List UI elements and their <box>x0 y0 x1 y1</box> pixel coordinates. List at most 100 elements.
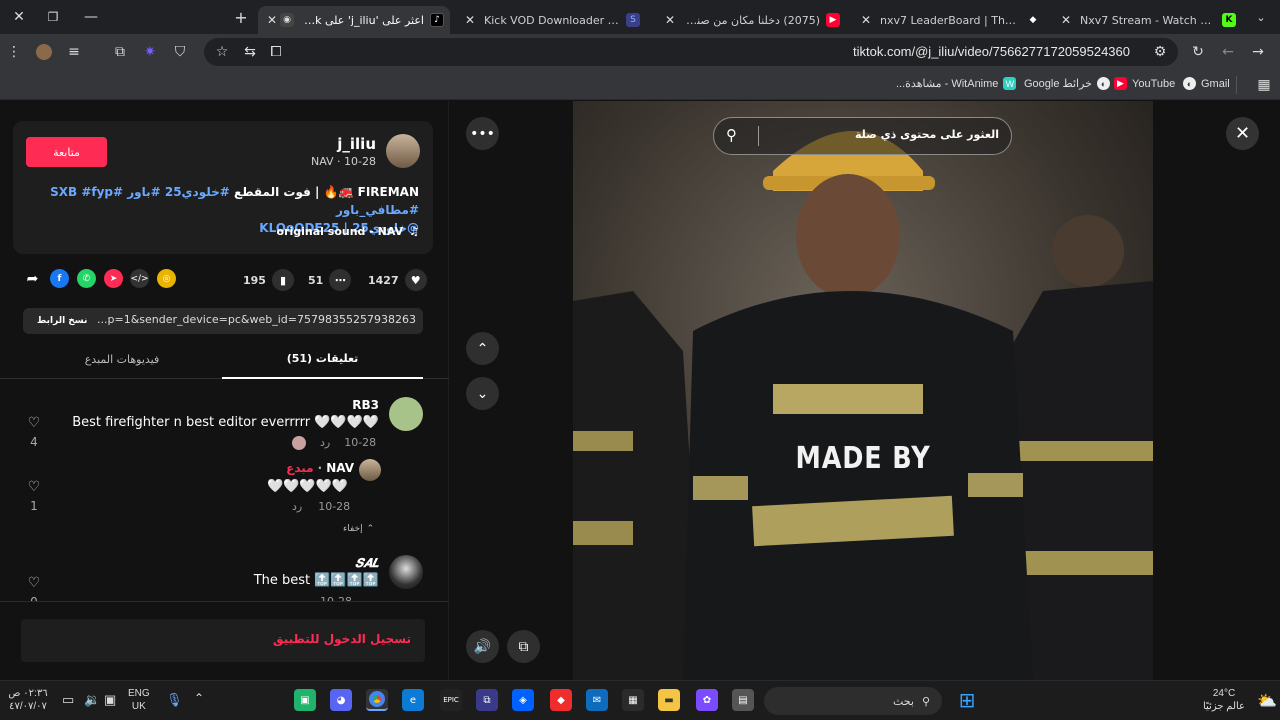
minimize-window-button[interactable]: — <box>72 0 110 34</box>
search-icon[interactable]: ⚲ <box>726 126 737 144</box>
menu-icon[interactable]: ⋮ <box>4 42 24 62</box>
copy-link-button[interactable]: نسخ الرابط <box>29 313 95 329</box>
next-video-button[interactable]: ⌄ <box>466 377 499 410</box>
weather-widget[interactable]: 24°C عالم جزئيًا <box>1196 687 1252 713</box>
dropbox-icon[interactable]: ◈ <box>512 689 534 711</box>
url-text[interactable]: tiktok.com/@j_iliu/video/756627717205952… <box>853 44 1130 59</box>
app-diamond-icon[interactable]: ◆ <box>550 689 572 711</box>
volume-icon[interactable]: 🔉 <box>84 693 100 706</box>
close-tab-icon[interactable]: ✕ <box>662 13 678 27</box>
reply-like-icon[interactable]: ♡ <box>26 479 42 495</box>
reply-username[interactable]: NAV <box>326 461 354 475</box>
media-icon[interactable]: ≡ <box>64 42 84 62</box>
microphone-icon[interactable]: 🎙 <box>166 693 183 706</box>
tab-kick-vod[interactable]: ✕ Kick VOD Downloader - Stream S <box>456 6 646 34</box>
tab-leaderboard[interactable]: ✕ nxv7 LeaderBoard | The best Ch ◆ <box>852 6 1046 34</box>
restore-window-button[interactable]: ❐ <box>34 0 72 34</box>
comment-action[interactable]: 51 ⋯ <box>308 269 352 291</box>
translate-icon[interactable]: ⇆ <box>240 42 260 62</box>
tab-search-button[interactable]: ⌄ <box>1242 0 1280 34</box>
taskbar-app-icon[interactable]: ▣ <box>294 689 316 711</box>
edge-icon[interactable]: e <box>402 689 424 711</box>
tab-title: اعثر على 'j_iliu' على TikTok <box>294 13 424 27</box>
related-search-box[interactable]: العثور على محتوى ذي صلة ⚲ <box>713 117 1012 155</box>
creator-reply-avatar[interactable] <box>359 459 381 481</box>
share-arrow-icon[interactable]: ➦ <box>23 269 42 288</box>
reload-icon[interactable]: ↻ <box>1188 42 1208 62</box>
close-tab-icon[interactable]: ✕ <box>1058 13 1074 27</box>
tab-youtube[interactable]: ✕ (2075) دخلنا مكان من صنع الخالق ▶ <box>656 6 846 34</box>
shield-icon[interactable]: ⛉ <box>170 42 190 62</box>
pip-button[interactable]: ⧉ <box>507 630 540 663</box>
follow-button[interactable]: متابعة <box>26 137 107 167</box>
show-hidden-icons-icon[interactable]: ⌃ <box>194 692 204 705</box>
login-bar[interactable]: تسجيل الدخول للتطبيق <box>21 619 425 662</box>
whatsapp-icon[interactable]: ✆ <box>77 269 96 288</box>
reply-button[interactable]: رد <box>292 500 302 513</box>
commenter-avatar[interactable] <box>389 397 423 431</box>
commenter-avatar[interactable] <box>389 555 423 589</box>
chrome-icon[interactable] <box>366 689 388 711</box>
save-action[interactable]: 195 ▮ <box>243 269 294 291</box>
taskbar-search[interactable]: بحث ⚲ <box>764 687 942 715</box>
tab-tiktok[interactable]: ✕ ◉ اعثر على 'j_iliu' على TikTok ♪ <box>258 6 450 34</box>
comment-like-icon[interactable]: ♡ <box>26 575 42 591</box>
bookmark-gmail[interactable]: ◐ Gmail <box>1183 77 1230 90</box>
tab-creator-videos[interactable]: فيديوهات المبدع <box>22 339 222 379</box>
extension-star-icon[interactable]: ✷ <box>140 42 160 62</box>
sound-link[interactable]: original sound - NAV ♫ <box>277 225 419 238</box>
embed-icon[interactable]: </> <box>130 269 149 288</box>
bookmark-maps[interactable]: ◐ خرائط Google <box>1024 77 1110 90</box>
send-to-friends-icon[interactable]: ➤ <box>104 269 123 288</box>
caption-text: FIREMAN 🚒🔥 | فوت المقطع <box>234 185 419 199</box>
coin-icon[interactable]: ◎ <box>157 269 176 288</box>
comment-like-icon[interactable]: ♡ <box>26 415 42 431</box>
creator-avatar[interactable] <box>386 134 420 168</box>
facebook-icon[interactable]: f <box>50 269 69 288</box>
close-video-button[interactable]: ✕ <box>1226 117 1259 150</box>
discord-icon[interactable]: ◕ <box>330 689 352 711</box>
all-bookmarks-icon[interactable]: ▦ <box>1254 75 1274 95</box>
tab-nxv7-stream[interactable]: ✕ Nxv7 Stream - Watch Live on K K <box>1052 6 1242 34</box>
profile-avatar[interactable] <box>34 42 54 62</box>
extensions-icon[interactable]: ⧉ <box>110 42 130 62</box>
teams-icon[interactable]: ⧉ <box>476 689 498 711</box>
close-window-button[interactable]: ✕ <box>0 0 38 34</box>
site-settings-icon[interactable]: ⚙ <box>1150 42 1170 62</box>
close-tab-icon[interactable]: ✕ <box>462 13 478 27</box>
bookmark-witanime[interactable]: W WitAnime - مشاهدة... <box>896 77 1017 90</box>
new-tab-button[interactable]: + <box>222 0 260 34</box>
volume-button[interactable]: 🔊 <box>466 630 499 663</box>
microsoft-store-icon[interactable]: ▦ <box>622 689 644 711</box>
previous-video-button[interactable]: ⌃ <box>466 332 499 365</box>
comment-username[interactable]: RB3 <box>352 398 379 412</box>
clock[interactable]: ٠٢:٣٦ ص ٤٧/٠٧/٠٧ <box>6 687 50 713</box>
language-indicator[interactable]: ENG UK <box>128 687 150 713</box>
windows-start-icon[interactable]: ⊞ <box>956 688 978 712</box>
login-link[interactable]: تسجيل الدخول للتطبيق <box>273 632 411 646</box>
comment-username[interactable]: 𝑺𝑨𝑳 <box>355 556 379 571</box>
back-arrow-icon[interactable]: ← <box>1218 42 1238 62</box>
post-link-text[interactable]: ...p=1&sender_device=pc&web_id=757983552… <box>97 313 417 326</box>
epic-games-icon[interactable]: EPIC <box>440 689 462 711</box>
tab-comments[interactable]: تعليقات (51) <box>222 339 423 379</box>
hide-replies-button[interactable]: إخفاء ⌃ <box>343 524 374 534</box>
creator-username[interactable]: j_iliu <box>337 135 376 153</box>
like-action[interactable]: 1427 ♥ <box>368 269 427 291</box>
reply-button[interactable]: رد <box>320 436 330 450</box>
address-bar[interactable]: ☆ ⇆ ⧠ tiktok.com/@j_iliu/video/756627717… <box>204 38 1178 66</box>
battery-icon[interactable]: ▭ <box>62 693 74 706</box>
bookmark-youtube[interactable]: ▶ YouTube <box>1114 77 1175 90</box>
task-view-icon[interactable]: ▤ <box>732 689 754 711</box>
video-player[interactable]: MADE BY <box>573 101 1153 680</box>
bookmark-star-icon[interactable]: ☆ <box>212 42 232 62</box>
outlook-icon[interactable]: ✉ <box>586 689 608 711</box>
install-app-icon[interactable]: ⧠ <box>266 42 286 62</box>
file-explorer-icon[interactable]: ▬ <box>658 689 680 711</box>
display-icon[interactable]: ▣ <box>104 693 116 706</box>
forward-arrow-icon[interactable]: → <box>1248 42 1268 62</box>
more-options-button[interactable]: ••• <box>466 117 499 150</box>
close-tab-icon[interactable]: ✕ <box>264 13 280 27</box>
close-tab-icon[interactable]: ✕ <box>858 13 874 27</box>
copilot-icon[interactable]: ✿ <box>696 689 718 711</box>
